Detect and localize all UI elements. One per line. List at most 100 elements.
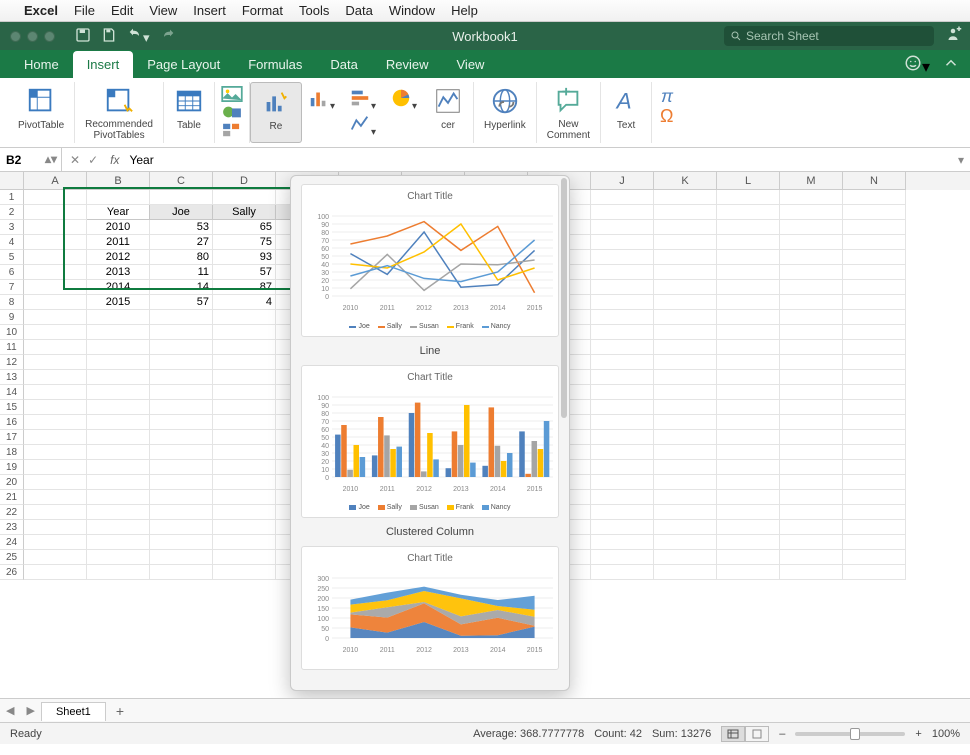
cell[interactable]	[717, 550, 780, 565]
cell[interactable]	[24, 445, 87, 460]
cell[interactable]	[24, 340, 87, 355]
mac-menu-format[interactable]: Format	[242, 3, 283, 18]
cell[interactable]	[843, 385, 906, 400]
col-header-M[interactable]: M	[780, 172, 843, 190]
cell[interactable]	[591, 445, 654, 460]
cell[interactable]	[780, 220, 843, 235]
cell[interactable]	[843, 505, 906, 520]
cell[interactable]	[843, 250, 906, 265]
cell[interactable]	[654, 430, 717, 445]
cell[interactable]	[780, 310, 843, 325]
cell[interactable]	[654, 265, 717, 280]
cell[interactable]	[717, 430, 780, 445]
ribbon-new-comment[interactable]: New Comment	[537, 82, 601, 143]
spreadsheet-grid[interactable]: ABCDEFGHIJKLMN 1234567891011121314151617…	[0, 172, 970, 698]
cell[interactable]	[717, 235, 780, 250]
collapse-ribbon-icon[interactable]	[942, 54, 960, 77]
cell[interactable]	[843, 265, 906, 280]
cell[interactable]	[150, 535, 213, 550]
cell[interactable]	[87, 550, 150, 565]
cell[interactable]	[654, 505, 717, 520]
cell[interactable]: Sally	[213, 205, 276, 220]
cell[interactable]	[780, 280, 843, 295]
row-header-12[interactable]: 12	[0, 355, 24, 370]
cell[interactable]	[591, 220, 654, 235]
mac-menu-view[interactable]: View	[149, 3, 177, 18]
cell[interactable]	[213, 325, 276, 340]
cell[interactable]	[717, 445, 780, 460]
bar-chart-icon[interactable]: ▾	[349, 87, 376, 112]
row-header-3[interactable]: 3	[0, 220, 24, 235]
cell[interactable]	[87, 385, 150, 400]
cell[interactable]	[150, 325, 213, 340]
cell[interactable]	[780, 430, 843, 445]
cell[interactable]	[780, 370, 843, 385]
qat-save-icon[interactable]	[101, 27, 117, 46]
cell[interactable]	[654, 550, 717, 565]
reco-stacked-area[interactable]: Chart Title 0501001502002503002010201120…	[301, 546, 559, 670]
cell[interactable]	[843, 205, 906, 220]
cell[interactable]	[654, 205, 717, 220]
row-header-18[interactable]: 18	[0, 445, 24, 460]
ribbon-table[interactable]: Table	[164, 82, 215, 143]
cell[interactable]	[780, 400, 843, 415]
cell[interactable]	[654, 565, 717, 580]
pie-chart-icon[interactable]: ▾	[390, 87, 417, 112]
cell[interactable]	[843, 340, 906, 355]
cell[interactable]	[780, 550, 843, 565]
cell[interactable]	[717, 490, 780, 505]
cell[interactable]: 27	[150, 235, 213, 250]
cell[interactable]	[654, 325, 717, 340]
row-header-21[interactable]: 21	[0, 490, 24, 505]
cell[interactable]	[780, 355, 843, 370]
cell[interactable]	[150, 385, 213, 400]
cell[interactable]	[843, 475, 906, 490]
cell[interactable]	[780, 265, 843, 280]
mac-menu-window[interactable]: Window	[389, 3, 435, 18]
ribbon-illustrations[interactable]	[215, 82, 250, 143]
cell[interactable]	[87, 460, 150, 475]
row-header-1[interactable]: 1	[0, 190, 24, 205]
cell[interactable]	[654, 535, 717, 550]
cell[interactable]	[654, 490, 717, 505]
row-header-17[interactable]: 17	[0, 430, 24, 445]
cell[interactable]	[591, 565, 654, 580]
cell[interactable]	[591, 550, 654, 565]
cell[interactable]: 2015	[87, 295, 150, 310]
ribbon-sparklines[interactable]: cer	[423, 82, 474, 143]
share-button[interactable]	[944, 25, 962, 48]
tab-page-layout[interactable]: Page Layout	[133, 51, 234, 78]
cell[interactable]	[150, 550, 213, 565]
cell[interactable]	[591, 475, 654, 490]
cell[interactable]	[213, 310, 276, 325]
cell[interactable]	[591, 310, 654, 325]
fx-icon[interactable]: fx	[106, 153, 123, 167]
cell[interactable]	[591, 385, 654, 400]
cell[interactable]	[24, 430, 87, 445]
cell[interactable]	[843, 445, 906, 460]
cell[interactable]	[150, 475, 213, 490]
cell[interactable]	[87, 370, 150, 385]
pictures-icon[interactable]	[221, 86, 243, 102]
tab-view[interactable]: View	[443, 51, 499, 78]
col-header-K[interactable]: K	[654, 172, 717, 190]
cell[interactable]	[150, 340, 213, 355]
cell[interactable]	[717, 370, 780, 385]
cell[interactable]	[843, 400, 906, 415]
cell[interactable]: 57	[213, 265, 276, 280]
cell[interactable]: 65	[213, 220, 276, 235]
cell[interactable]	[87, 340, 150, 355]
cell[interactable]: 2010	[87, 220, 150, 235]
cell[interactable]	[87, 505, 150, 520]
cell[interactable]	[843, 460, 906, 475]
cell[interactable]	[591, 340, 654, 355]
cell[interactable]	[24, 475, 87, 490]
cell[interactable]: 11	[150, 265, 213, 280]
cell[interactable]	[843, 520, 906, 535]
cell[interactable]	[591, 490, 654, 505]
ribbon-hyperlink[interactable]: Hyperlink	[474, 82, 537, 143]
mac-menu-data[interactable]: Data	[345, 3, 372, 18]
name-box[interactable]: B2▴▾	[0, 148, 62, 171]
cell[interactable]: Year	[87, 205, 150, 220]
cell[interactable]	[150, 520, 213, 535]
